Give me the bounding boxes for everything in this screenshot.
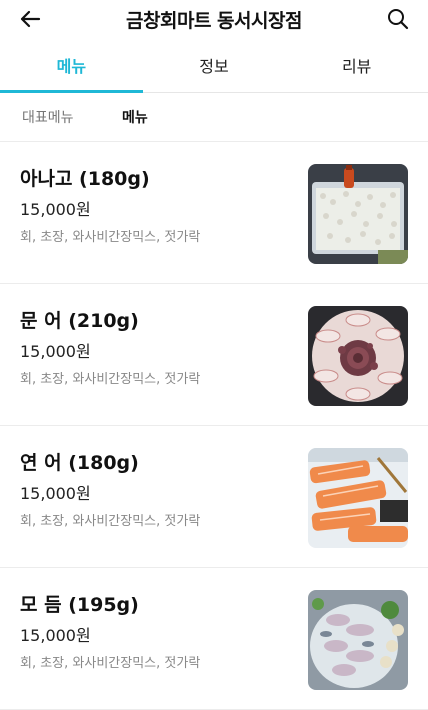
- menu-item-octopus[interactable]: 문 어 (210g) 15,000원 회, 초장, 와사비간장믹스, 젓가락: [0, 284, 428, 426]
- sub-tabs: 대표메뉴 메뉴: [0, 93, 428, 142]
- salmon-sashimi-photo: [308, 448, 408, 548]
- menu-item-description: 회, 초장, 와사비간장믹스, 젓가락: [20, 230, 201, 245]
- menu-item-name: 아나고 (180g): [20, 168, 150, 190]
- assorted-sashimi-photo: [308, 590, 408, 690]
- menu-item-name: 문 어 (210g): [20, 310, 139, 332]
- menu-item-description: 회, 초장, 와사비간장믹스, 젓가락: [20, 372, 201, 387]
- menu-item-price: 15,000원: [20, 342, 91, 361]
- menu-item-name: 연 어 (180g): [20, 452, 139, 474]
- back-arrow-icon: [20, 10, 41, 28]
- page-title: 금창회마트 동서시장점: [126, 10, 302, 32]
- menu-list: 아나고 (180g) 15,000원 회, 초장, 와사비간장믹스, 젓가락 문…: [0, 142, 428, 710]
- search-button[interactable]: [382, 4, 414, 34]
- subtab-menu[interactable]: 메뉴: [122, 107, 148, 127]
- menu-item-description: 회, 초장, 와사비간장믹스, 젓가락: [20, 514, 201, 529]
- tab-menu[interactable]: 메뉴: [0, 44, 143, 93]
- tab-info[interactable]: 정보: [143, 44, 286, 92]
- menu-item-name: 모 듬 (195g): [20, 594, 139, 616]
- search-icon: [388, 9, 409, 30]
- menu-item-price: 15,000원: [20, 200, 91, 219]
- anago-sashimi-photo: [308, 164, 408, 264]
- menu-item-anago[interactable]: 아나고 (180g) 15,000원 회, 초장, 와사비간장믹스, 젓가락: [0, 142, 428, 284]
- menu-item-description: 회, 초장, 와사비간장믹스, 젓가락: [20, 656, 201, 671]
- menu-item-salmon[interactable]: 연 어 (180g) 15,000원 회, 초장, 와사비간장믹스, 젓가락: [0, 426, 428, 568]
- octopus-sashimi-photo: [308, 306, 408, 406]
- tab-reviews[interactable]: 리뷰: [285, 44, 428, 92]
- menu-item-price: 15,000원: [20, 626, 91, 645]
- back-button[interactable]: [14, 4, 46, 34]
- main-tabs: 메뉴 정보 리뷰: [0, 44, 428, 93]
- top-bar: 금창회마트 동서시장점: [0, 0, 428, 40]
- menu-item-assorted[interactable]: 모 듬 (195g) 15,000원 회, 초장, 와사비간장믹스, 젓가락: [0, 568, 428, 710]
- subtab-representative-menu[interactable]: 대표메뉴: [22, 107, 74, 127]
- menu-item-price: 15,000원: [20, 484, 91, 503]
